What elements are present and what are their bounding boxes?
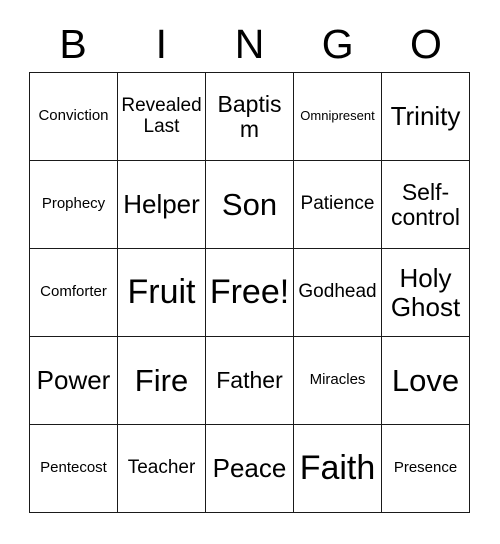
bingo-cell-label: Son bbox=[221, 186, 278, 222]
bingo-cell-n1[interactable]: Baptism bbox=[206, 73, 294, 161]
bingo-cell-o2[interactable]: Self-control bbox=[382, 161, 470, 249]
bingo-card: B I N G O Conviction Revealed Last Bapti… bbox=[0, 0, 500, 544]
header-letter-g: G bbox=[321, 20, 354, 67]
bingo-cell-label: Father bbox=[216, 367, 283, 394]
bingo-cell-b1[interactable]: Conviction bbox=[30, 73, 118, 161]
bingo-cell-i1[interactable]: Revealed Last bbox=[118, 73, 206, 161]
bingo-cell-g1[interactable]: Omnipresent bbox=[294, 73, 382, 161]
bingo-cell-label: Conviction bbox=[38, 107, 109, 125]
bingo-cell-label: Peace bbox=[212, 453, 287, 484]
bingo-cell-label: Prophecy bbox=[41, 195, 106, 213]
bingo-cell-label: Self-control bbox=[390, 178, 461, 230]
header-letter-b: B bbox=[59, 20, 87, 67]
bingo-cell-i4[interactable]: Fire bbox=[118, 337, 206, 425]
bingo-cell-label: Fruit bbox=[127, 273, 196, 312]
bingo-cell-label: Pentecost bbox=[40, 459, 107, 477]
bingo-cell-label: Free! bbox=[209, 273, 290, 312]
bingo-cell-b4[interactable]: Power bbox=[30, 337, 118, 425]
bingo-cell-label: Love bbox=[391, 362, 460, 398]
bingo-cell-b5[interactable]: Pentecost bbox=[30, 425, 118, 513]
header-letter-i: I bbox=[155, 20, 167, 67]
bingo-cell-label: Trinity bbox=[390, 101, 461, 132]
bingo-cell-label: Patience bbox=[300, 193, 375, 215]
bingo-cell-o5[interactable]: Presence bbox=[382, 425, 470, 513]
bingo-cell-o3[interactable]: Holy Ghost bbox=[382, 249, 470, 337]
bingo-cell-label: Revealed Last bbox=[121, 94, 202, 137]
bingo-cell-label: Holy Ghost bbox=[390, 263, 461, 322]
bingo-cell-n5[interactable]: Peace bbox=[206, 425, 294, 513]
bingo-cell-label: Presence bbox=[393, 459, 458, 477]
bingo-cell-n2[interactable]: Son bbox=[206, 161, 294, 249]
bingo-cell-b2[interactable]: Prophecy bbox=[30, 161, 118, 249]
bingo-cell-g5[interactable]: Faith bbox=[294, 425, 382, 513]
bingo-cell-label: Helper bbox=[123, 189, 200, 220]
bingo-cell-n4[interactable]: Father bbox=[206, 337, 294, 425]
bingo-cell-g2[interactable]: Patience bbox=[294, 161, 382, 249]
bingo-cell-label: Godhead bbox=[298, 281, 377, 303]
bingo-cell-o1[interactable]: Trinity bbox=[382, 73, 470, 161]
bingo-cell-label: Comforter bbox=[40, 283, 107, 301]
bingo-cell-g4[interactable]: Miracles bbox=[294, 337, 382, 425]
bingo-cell-i5[interactable]: Teacher bbox=[118, 425, 206, 513]
bingo-cell-label: Baptism bbox=[217, 90, 282, 142]
bingo-cell-label: Fire bbox=[134, 362, 189, 398]
bingo-cell-label: Faith bbox=[299, 449, 376, 488]
header-letter-n: N bbox=[234, 20, 265, 67]
bingo-cell-label: Power bbox=[36, 365, 111, 396]
bingo-cell-b3[interactable]: Comforter bbox=[30, 249, 118, 337]
bingo-cell-i3[interactable]: Fruit bbox=[118, 249, 206, 337]
bingo-cell-free-space[interactable]: Free! bbox=[206, 249, 294, 337]
bingo-cell-label: Omnipresent bbox=[300, 108, 375, 124]
header-letter-o: O bbox=[409, 20, 442, 67]
bingo-header: B I N G O bbox=[29, 16, 470, 72]
bingo-cell-label: Teacher bbox=[127, 457, 196, 479]
bingo-cell-label: Miracles bbox=[309, 371, 366, 389]
bingo-grid: Conviction Revealed Last Baptism Omnipre… bbox=[29, 72, 470, 513]
bingo-cell-i2[interactable]: Helper bbox=[118, 161, 206, 249]
bingo-cell-g3[interactable]: Godhead bbox=[294, 249, 382, 337]
bingo-cell-o4[interactable]: Love bbox=[382, 337, 470, 425]
